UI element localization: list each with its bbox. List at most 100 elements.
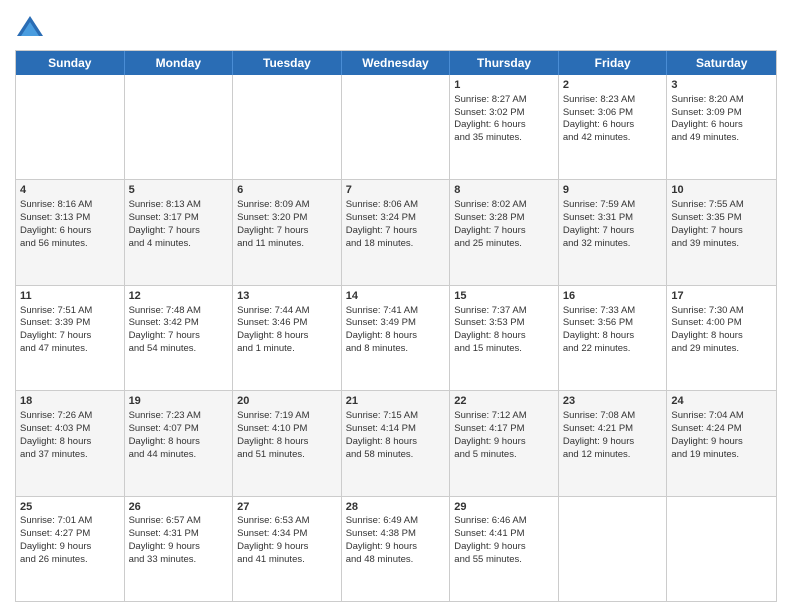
cell-line-2: Daylight: 9 hours xyxy=(20,541,120,554)
empty-cell-0-0 xyxy=(16,75,125,179)
cell-line-3: and 32 minutes. xyxy=(563,238,663,251)
cell-line-2: Daylight: 8 hours xyxy=(671,330,772,343)
cell-line-3: and 56 minutes. xyxy=(20,238,120,251)
empty-cell-4-6 xyxy=(667,497,776,601)
day-number-28: 28 xyxy=(346,500,446,515)
cell-line-0: Sunrise: 7:23 AM xyxy=(129,410,229,423)
day-number-25: 25 xyxy=(20,500,120,515)
day-number-18: 18 xyxy=(20,394,120,409)
day-number-8: 8 xyxy=(454,183,554,198)
cell-line-0: Sunrise: 8:27 AM xyxy=(454,94,554,107)
day-cell-19: 19Sunrise: 7:23 AMSunset: 4:07 PMDayligh… xyxy=(125,391,234,495)
day-cell-23: 23Sunrise: 7:08 AMSunset: 4:21 PMDayligh… xyxy=(559,391,668,495)
cell-line-2: Daylight: 6 hours xyxy=(454,119,554,132)
day-number-13: 13 xyxy=(237,289,337,304)
empty-cell-0-3 xyxy=(342,75,451,179)
day-number-15: 15 xyxy=(454,289,554,304)
cell-line-0: Sunrise: 7:01 AM xyxy=(20,515,120,528)
day-number-12: 12 xyxy=(129,289,229,304)
cell-line-2: Daylight: 8 hours xyxy=(346,436,446,449)
cell-line-2: Daylight: 8 hours xyxy=(129,436,229,449)
cell-line-0: Sunrise: 7:59 AM xyxy=(563,199,663,212)
day-cell-2: 2Sunrise: 8:23 AMSunset: 3:06 PMDaylight… xyxy=(559,75,668,179)
calendar-body: 1Sunrise: 8:27 AMSunset: 3:02 PMDaylight… xyxy=(16,75,776,601)
cell-line-1: Sunset: 4:07 PM xyxy=(129,423,229,436)
cell-line-3: and 41 minutes. xyxy=(237,554,337,567)
cell-line-3: and 12 minutes. xyxy=(563,449,663,462)
cell-line-1: Sunset: 4:00 PM xyxy=(671,317,772,330)
cell-line-3: and 19 minutes. xyxy=(671,449,772,462)
cell-line-1: Sunset: 3:31 PM xyxy=(563,212,663,225)
cell-line-1: Sunset: 4:24 PM xyxy=(671,423,772,436)
day-number-19: 19 xyxy=(129,394,229,409)
logo xyxy=(15,14,49,44)
day-cell-24: 24Sunrise: 7:04 AMSunset: 4:24 PMDayligh… xyxy=(667,391,776,495)
cell-line-0: Sunrise: 7:12 AM xyxy=(454,410,554,423)
cell-line-3: and 18 minutes. xyxy=(346,238,446,251)
day-number-3: 3 xyxy=(671,78,772,93)
day-number-23: 23 xyxy=(563,394,663,409)
cell-line-2: Daylight: 6 hours xyxy=(20,225,120,238)
cell-line-1: Sunset: 3:09 PM xyxy=(671,107,772,120)
cell-line-0: Sunrise: 7:26 AM xyxy=(20,410,120,423)
cell-line-1: Sunset: 4:41 PM xyxy=(454,528,554,541)
cell-line-3: and 33 minutes. xyxy=(129,554,229,567)
cell-line-0: Sunrise: 7:41 AM xyxy=(346,305,446,318)
cell-line-0: Sunrise: 8:23 AM xyxy=(563,94,663,107)
day-cell-20: 20Sunrise: 7:19 AMSunset: 4:10 PMDayligh… xyxy=(233,391,342,495)
day-cell-18: 18Sunrise: 7:26 AMSunset: 4:03 PMDayligh… xyxy=(16,391,125,495)
cell-line-2: Daylight: 9 hours xyxy=(563,436,663,449)
cell-line-1: Sunset: 3:42 PM xyxy=(129,317,229,330)
day-cell-13: 13Sunrise: 7:44 AMSunset: 3:46 PMDayligh… xyxy=(233,286,342,390)
day-cell-27: 27Sunrise: 6:53 AMSunset: 4:34 PMDayligh… xyxy=(233,497,342,601)
cell-line-3: and 48 minutes. xyxy=(346,554,446,567)
day-number-11: 11 xyxy=(20,289,120,304)
cell-line-2: Daylight: 9 hours xyxy=(129,541,229,554)
weekday-header-friday: Friday xyxy=(559,51,668,75)
cell-line-3: and 51 minutes. xyxy=(237,449,337,462)
cell-line-0: Sunrise: 7:30 AM xyxy=(671,305,772,318)
cell-line-2: Daylight: 9 hours xyxy=(454,436,554,449)
calendar-row-1: 4Sunrise: 8:16 AMSunset: 3:13 PMDaylight… xyxy=(16,179,776,284)
day-number-29: 29 xyxy=(454,500,554,515)
cell-line-1: Sunset: 3:49 PM xyxy=(346,317,446,330)
cell-line-0: Sunrise: 6:57 AM xyxy=(129,515,229,528)
cell-line-3: and 37 minutes. xyxy=(20,449,120,462)
weekday-header-tuesday: Tuesday xyxy=(233,51,342,75)
day-number-14: 14 xyxy=(346,289,446,304)
cell-line-1: Sunset: 3:02 PM xyxy=(454,107,554,120)
day-cell-29: 29Sunrise: 6:46 AMSunset: 4:41 PMDayligh… xyxy=(450,497,559,601)
cell-line-2: Daylight: 9 hours xyxy=(454,541,554,554)
cell-line-3: and 1 minute. xyxy=(237,343,337,356)
cell-line-2: Daylight: 7 hours xyxy=(454,225,554,238)
cell-line-0: Sunrise: 6:46 AM xyxy=(454,515,554,528)
calendar-row-0: 1Sunrise: 8:27 AMSunset: 3:02 PMDaylight… xyxy=(16,75,776,179)
calendar-row-2: 11Sunrise: 7:51 AMSunset: 3:39 PMDayligh… xyxy=(16,285,776,390)
empty-cell-0-2 xyxy=(233,75,342,179)
cell-line-2: Daylight: 6 hours xyxy=(563,119,663,132)
calendar-header-row: SundayMondayTuesdayWednesdayThursdayFrid… xyxy=(16,51,776,75)
cell-line-1: Sunset: 4:21 PM xyxy=(563,423,663,436)
cell-line-1: Sunset: 3:06 PM xyxy=(563,107,663,120)
day-number-1: 1 xyxy=(454,78,554,93)
cell-line-3: and 49 minutes. xyxy=(671,132,772,145)
empty-cell-4-5 xyxy=(559,497,668,601)
cell-line-3: and 58 minutes. xyxy=(346,449,446,462)
day-number-5: 5 xyxy=(129,183,229,198)
cell-line-3: and 5 minutes. xyxy=(454,449,554,462)
cell-line-1: Sunset: 4:10 PM xyxy=(237,423,337,436)
empty-cell-0-1 xyxy=(125,75,234,179)
cell-line-1: Sunset: 4:17 PM xyxy=(454,423,554,436)
day-cell-3: 3Sunrise: 8:20 AMSunset: 3:09 PMDaylight… xyxy=(667,75,776,179)
cell-line-0: Sunrise: 7:15 AM xyxy=(346,410,446,423)
day-number-27: 27 xyxy=(237,500,337,515)
cell-line-1: Sunset: 4:38 PM xyxy=(346,528,446,541)
day-cell-6: 6Sunrise: 8:09 AMSunset: 3:20 PMDaylight… xyxy=(233,180,342,284)
day-number-24: 24 xyxy=(671,394,772,409)
day-number-6: 6 xyxy=(237,183,337,198)
cell-line-0: Sunrise: 6:53 AM xyxy=(237,515,337,528)
cell-line-3: and 4 minutes. xyxy=(129,238,229,251)
cell-line-0: Sunrise: 8:09 AM xyxy=(237,199,337,212)
day-cell-9: 9Sunrise: 7:59 AMSunset: 3:31 PMDaylight… xyxy=(559,180,668,284)
page: SundayMondayTuesdayWednesdayThursdayFrid… xyxy=(0,0,792,612)
